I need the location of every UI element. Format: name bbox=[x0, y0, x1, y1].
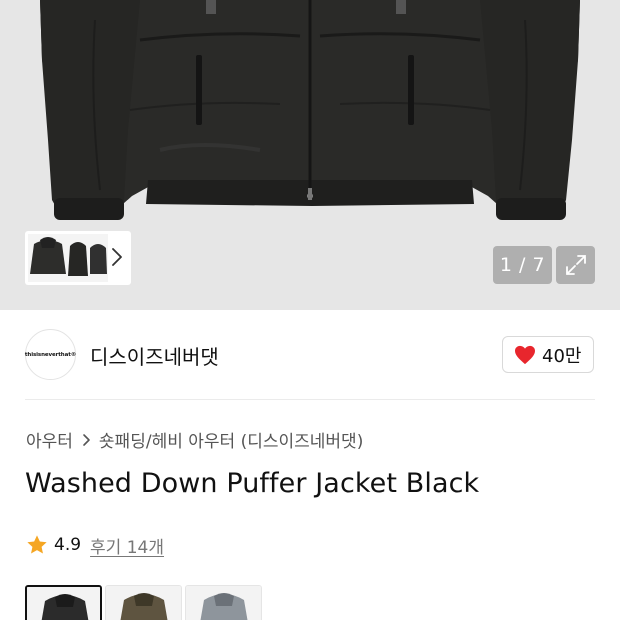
breadcrumb-item-category[interactable]: 숏패딩/헤비 아우터 (디스이즈네버댓) bbox=[99, 427, 363, 452]
rating-score: 4.9 bbox=[54, 535, 82, 555]
brand-name[interactable]: 디스이즈네버댓 bbox=[90, 341, 219, 370]
expand-button[interactable] bbox=[556, 246, 595, 284]
rating-summary: 4.9 후기 14개 bbox=[26, 533, 164, 558]
reviews-link[interactable]: 후기 14개 bbox=[90, 533, 164, 558]
star-icon bbox=[27, 535, 47, 554]
expand-icon bbox=[565, 255, 586, 275]
product-image-gallery[interactable]: 1 / 7 bbox=[0, 0, 620, 310]
swatch-olive-image bbox=[106, 586, 181, 620]
chevron-right-icon bbox=[83, 433, 90, 446]
color-swatches bbox=[25, 585, 265, 620]
swatch-black-image bbox=[27, 587, 100, 620]
like-count: 40만 bbox=[542, 345, 582, 367]
brand-logo-text: thisisneverthat® bbox=[24, 351, 77, 358]
divider bbox=[25, 399, 595, 400]
product-title: Washed Down Puffer Jacket Black bbox=[25, 468, 480, 499]
swatch-grey-image bbox=[186, 586, 261, 620]
chevron-right-icon[interactable] bbox=[111, 247, 123, 267]
brand-logo[interactable]: thisisneverthat® bbox=[25, 329, 76, 380]
swatch-black[interactable] bbox=[25, 585, 102, 620]
breadcrumb-item-outer[interactable]: 아우터 bbox=[26, 427, 73, 452]
image-counter: 1 / 7 bbox=[493, 246, 552, 284]
breadcrumb: 아우터 숏패딩/헤비 아우터 (디스이즈네버댓) bbox=[26, 427, 363, 452]
brand-row: thisisneverthat® 디스이즈네버댓 40만 bbox=[0, 310, 620, 400]
swatch-olive[interactable] bbox=[105, 585, 182, 620]
thumbnail-strip[interactable] bbox=[25, 231, 131, 285]
swatch-grey[interactable] bbox=[185, 585, 262, 620]
like-button[interactable]: 40만 bbox=[502, 336, 594, 373]
heart-icon bbox=[515, 345, 535, 364]
thumbnail-images[interactable] bbox=[28, 234, 108, 282]
